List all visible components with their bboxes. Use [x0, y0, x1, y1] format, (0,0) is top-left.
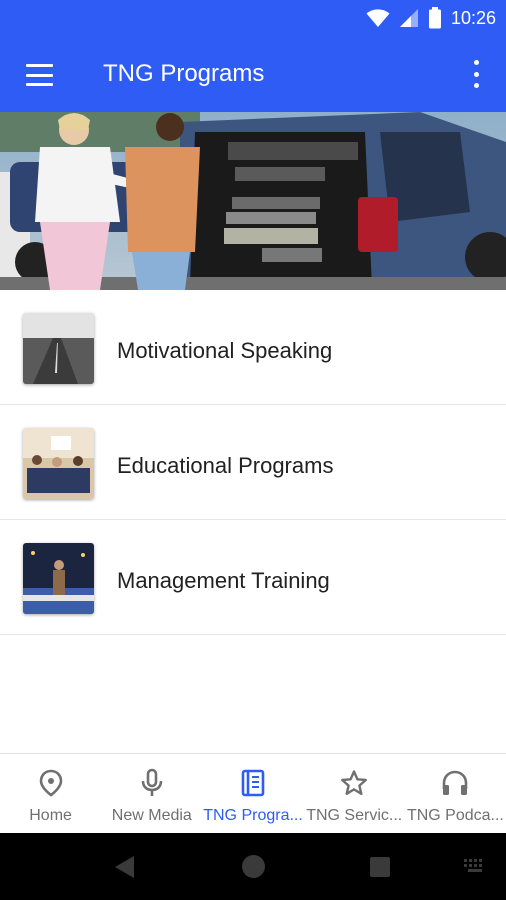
app-bar: TNG Programs	[0, 36, 506, 112]
book-icon	[238, 768, 268, 798]
location-pin-icon	[36, 768, 66, 798]
status-time: 10:26	[450, 7, 496, 28]
headphones-icon	[440, 768, 470, 798]
list-item-label: Management Training	[117, 568, 330, 593]
list-item-label: Motivational Speaking	[117, 338, 333, 363]
wifi-icon	[366, 9, 390, 27]
status-bar: 10:26	[0, 0, 506, 36]
nav-label: Home	[29, 807, 72, 824]
list-item-management-training[interactable]: Management Training	[0, 520, 506, 635]
nav-label: TNG Progra...	[203, 807, 303, 824]
system-navigation-bar	[0, 833, 506, 900]
nav-item-home[interactable]: Home	[0, 754, 101, 833]
app-screen: 10:26 TNG Programs Motivational Speaking…	[0, 0, 506, 900]
keyboard-icon[interactable]	[463, 857, 487, 875]
back-icon[interactable]	[114, 855, 136, 879]
nav-item-tng-services[interactable]: TNG Servic...	[304, 754, 405, 833]
more-vert-icon[interactable]	[472, 60, 480, 88]
home-icon[interactable]	[242, 855, 265, 878]
nav-label: TNG Podca...	[406, 807, 504, 824]
star-icon	[339, 768, 369, 798]
road-photo	[23, 313, 94, 384]
program-list: Motivational Speaking Educational Progra…	[0, 290, 506, 635]
nav-item-new-media[interactable]: New Media	[101, 754, 202, 833]
stage-speaker-photo	[23, 543, 94, 614]
recent-apps-icon[interactable]	[370, 857, 390, 877]
bottom-navigation: Home New Media TNG Progra... TNG Servic.…	[0, 753, 506, 833]
status-icons: 10:26	[366, 7, 496, 29]
classroom-photo	[23, 428, 94, 499]
hamburger-menu-icon[interactable]	[26, 64, 54, 86]
list-item-label: Educational Programs	[117, 453, 334, 478]
hero-image	[0, 112, 506, 290]
page-title: TNG Programs	[103, 60, 265, 87]
battery-icon	[428, 7, 441, 29]
cell-signal-icon	[399, 9, 418, 27]
microphone-icon	[137, 768, 167, 798]
list-item-educational-programs[interactable]: Educational Programs	[0, 405, 506, 520]
nav-label: New Media	[111, 807, 192, 824]
list-item-motivational-speaking[interactable]: Motivational Speaking	[0, 290, 506, 405]
nav-item-tng-podcasts[interactable]: TNG Podca...	[405, 754, 506, 833]
nav-item-tng-programs[interactable]: TNG Progra...	[202, 754, 303, 833]
nav-label: TNG Servic...	[306, 807, 403, 824]
